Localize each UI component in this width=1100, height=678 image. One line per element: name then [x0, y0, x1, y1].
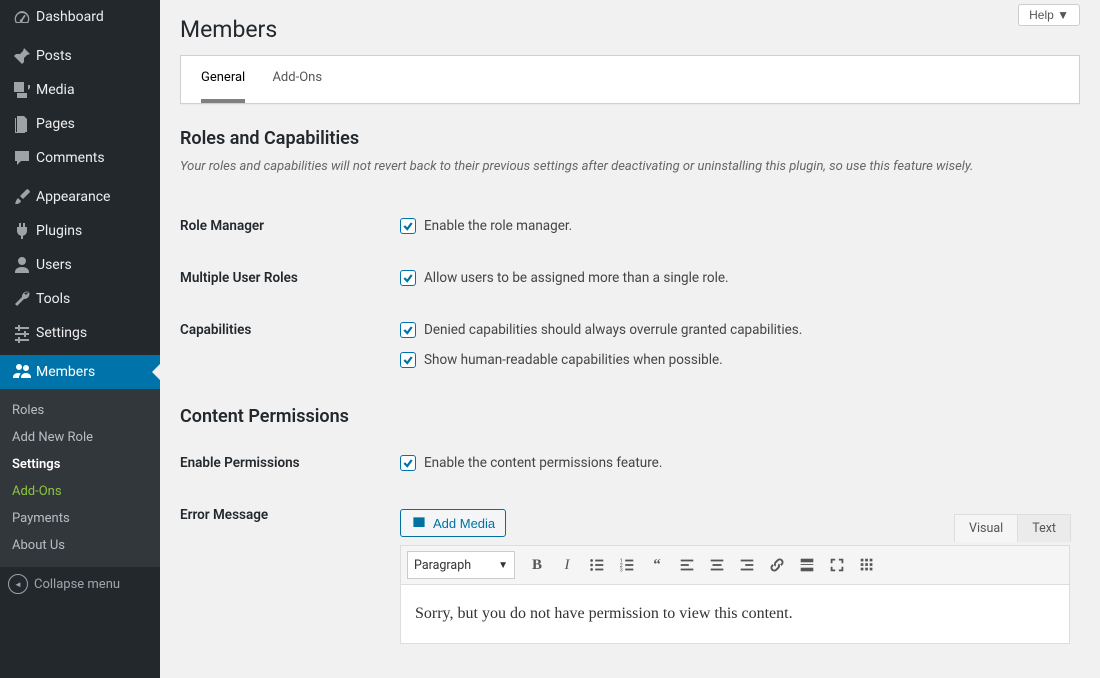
sidebar-item-plugins[interactable]: Plugins: [0, 214, 160, 248]
media-icon: [411, 515, 427, 531]
align-right-button[interactable]: [733, 551, 761, 579]
paragraph-select[interactable]: Paragraph ▼: [407, 551, 515, 579]
collapse-label: Collapse menu: [34, 577, 120, 592]
section-heading-content: Content Permissions: [180, 406, 1080, 427]
checkbox-multi-roles[interactable]: [400, 270, 416, 286]
sidebar-item-label: Comments: [36, 150, 105, 166]
sidebar-item-label: Plugins: [36, 223, 82, 239]
section-heading-roles: Roles and Capabilities: [180, 128, 1080, 149]
row-label-enable-perm: Enable Permissions: [180, 437, 400, 489]
svg-text:3: 3: [620, 567, 623, 573]
checkbox-enable-perm[interactable]: [400, 455, 416, 471]
members-icon: [8, 362, 36, 382]
collapse-icon: [8, 574, 28, 594]
bold-button[interactable]: B: [523, 551, 551, 579]
checkbox-caps-readable[interactable]: [400, 352, 416, 368]
sliders-icon: [8, 323, 36, 343]
sidebar-item-appearance[interactable]: Appearance: [0, 180, 160, 214]
submenu-about[interactable]: About Us: [0, 532, 160, 559]
brush-icon: [8, 187, 36, 207]
row-label-error-msg: Error Message: [180, 489, 400, 662]
sidebar-item-label: Appearance: [36, 189, 110, 205]
editor-box: Paragraph ▼ B I 123 “: [400, 545, 1070, 644]
help-button[interactable]: Help ▼: [1018, 4, 1080, 26]
submenu-add-new-role[interactable]: Add New Role: [0, 424, 160, 451]
sidebar-item-pages[interactable]: Pages: [0, 107, 160, 141]
align-center-button[interactable]: [703, 551, 731, 579]
sidebar-item-label: Media: [36, 82, 75, 98]
main-content: Help ▼ Members General Add-Ons Roles and…: [160, 0, 1100, 678]
fullscreen-button[interactable]: [823, 551, 851, 579]
admin-sidebar: Dashboard Posts Media Pages Comments App…: [0, 0, 160, 678]
sidebar-item-posts[interactable]: Posts: [0, 39, 160, 73]
tab-general[interactable]: General: [201, 56, 245, 103]
plug-icon: [8, 221, 36, 241]
content-table: Enable Permissions Enable the content pe…: [180, 437, 1080, 662]
sidebar-item-label: Users: [36, 257, 72, 273]
row-label-capabilities: Capabilities: [180, 304, 400, 386]
sidebar-item-media[interactable]: Media: [0, 73, 160, 107]
settings-tabs: General Add-Ons: [180, 55, 1080, 104]
comments-icon: [8, 148, 36, 168]
editor-tab-visual[interactable]: Visual: [954, 514, 1018, 542]
chevron-down-icon: ▼: [498, 560, 508, 571]
dashboard-icon: [8, 7, 36, 27]
paragraph-label: Paragraph: [414, 558, 471, 573]
submenu-roles[interactable]: Roles: [0, 397, 160, 424]
add-media-button[interactable]: Add Media: [400, 509, 506, 537]
sidebar-item-label: Members: [36, 364, 95, 380]
add-media-label: Add Media: [433, 516, 495, 531]
italic-button[interactable]: I: [553, 551, 581, 579]
checkbox-label: Enable the role manager.: [424, 218, 572, 234]
editor-tabs: Visual Text: [955, 514, 1071, 542]
link-button[interactable]: [763, 551, 791, 579]
bullet-list-button[interactable]: [583, 551, 611, 579]
sidebar-item-label: Pages: [36, 116, 75, 132]
sidebar-item-comments[interactable]: Comments: [0, 141, 160, 175]
align-left-button[interactable]: [673, 551, 701, 579]
roles-table: Role Manager Enable the role manager. Mu…: [180, 200, 1080, 386]
editor-content[interactable]: Sorry, but you do not have permission to…: [401, 585, 1069, 643]
section-desc-roles: Your roles and capabilities will not rev…: [180, 159, 1080, 174]
number-list-button[interactable]: 123: [613, 551, 641, 579]
user-icon: [8, 255, 36, 275]
sidebar-item-dashboard[interactable]: Dashboard: [0, 0, 160, 34]
checkbox-label: Show human-readable capabilities when po…: [424, 352, 723, 368]
sidebar-item-label: Dashboard: [36, 9, 104, 25]
row-label-multi-roles: Multiple User Roles: [180, 252, 400, 304]
media-icon: [8, 80, 36, 100]
editor-toolbar: Paragraph ▼ B I 123 “: [401, 546, 1069, 585]
row-label-role-manager: Role Manager: [180, 200, 400, 252]
checkbox-caps-denied[interactable]: [400, 322, 416, 338]
tab-addons[interactable]: Add-Ons: [272, 56, 322, 103]
submenu-settings[interactable]: Settings: [0, 451, 160, 478]
sidebar-item-label: Posts: [36, 48, 72, 64]
wrench-icon: [8, 289, 36, 309]
checkbox-label: Enable the content permissions feature.: [424, 455, 662, 471]
checkbox-label: Denied capabilities should always overru…: [424, 322, 802, 338]
sidebar-item-tools[interactable]: Tools: [0, 282, 160, 316]
sidebar-submenu: Roles Add New Role Settings Add-Ons Paym…: [0, 389, 160, 567]
checkbox-label: Allow users to be assigned more than a s…: [424, 270, 729, 286]
sidebar-item-settings[interactable]: Settings: [0, 316, 160, 350]
checkbox-role-manager[interactable]: [400, 218, 416, 234]
collapse-menu[interactable]: Collapse menu: [0, 567, 160, 601]
submenu-addons[interactable]: Add-Ons: [0, 478, 160, 505]
editor-tab-text[interactable]: Text: [1017, 514, 1071, 542]
submenu-payments[interactable]: Payments: [0, 505, 160, 532]
sidebar-item-label: Settings: [36, 325, 87, 341]
blockquote-button[interactable]: “: [643, 551, 671, 579]
editor-wrap: Add Media Visual Text Paragraph ▼: [400, 509, 1070, 644]
sidebar-item-users[interactable]: Users: [0, 248, 160, 282]
readmore-button[interactable]: [793, 551, 821, 579]
pages-icon: [8, 114, 36, 134]
sidebar-item-members[interactable]: Members: [0, 355, 160, 389]
page-title: Members: [180, 0, 1080, 55]
pin-icon: [8, 46, 36, 66]
kitchen-sink-button[interactable]: [853, 551, 881, 579]
sidebar-item-label: Tools: [36, 291, 70, 307]
